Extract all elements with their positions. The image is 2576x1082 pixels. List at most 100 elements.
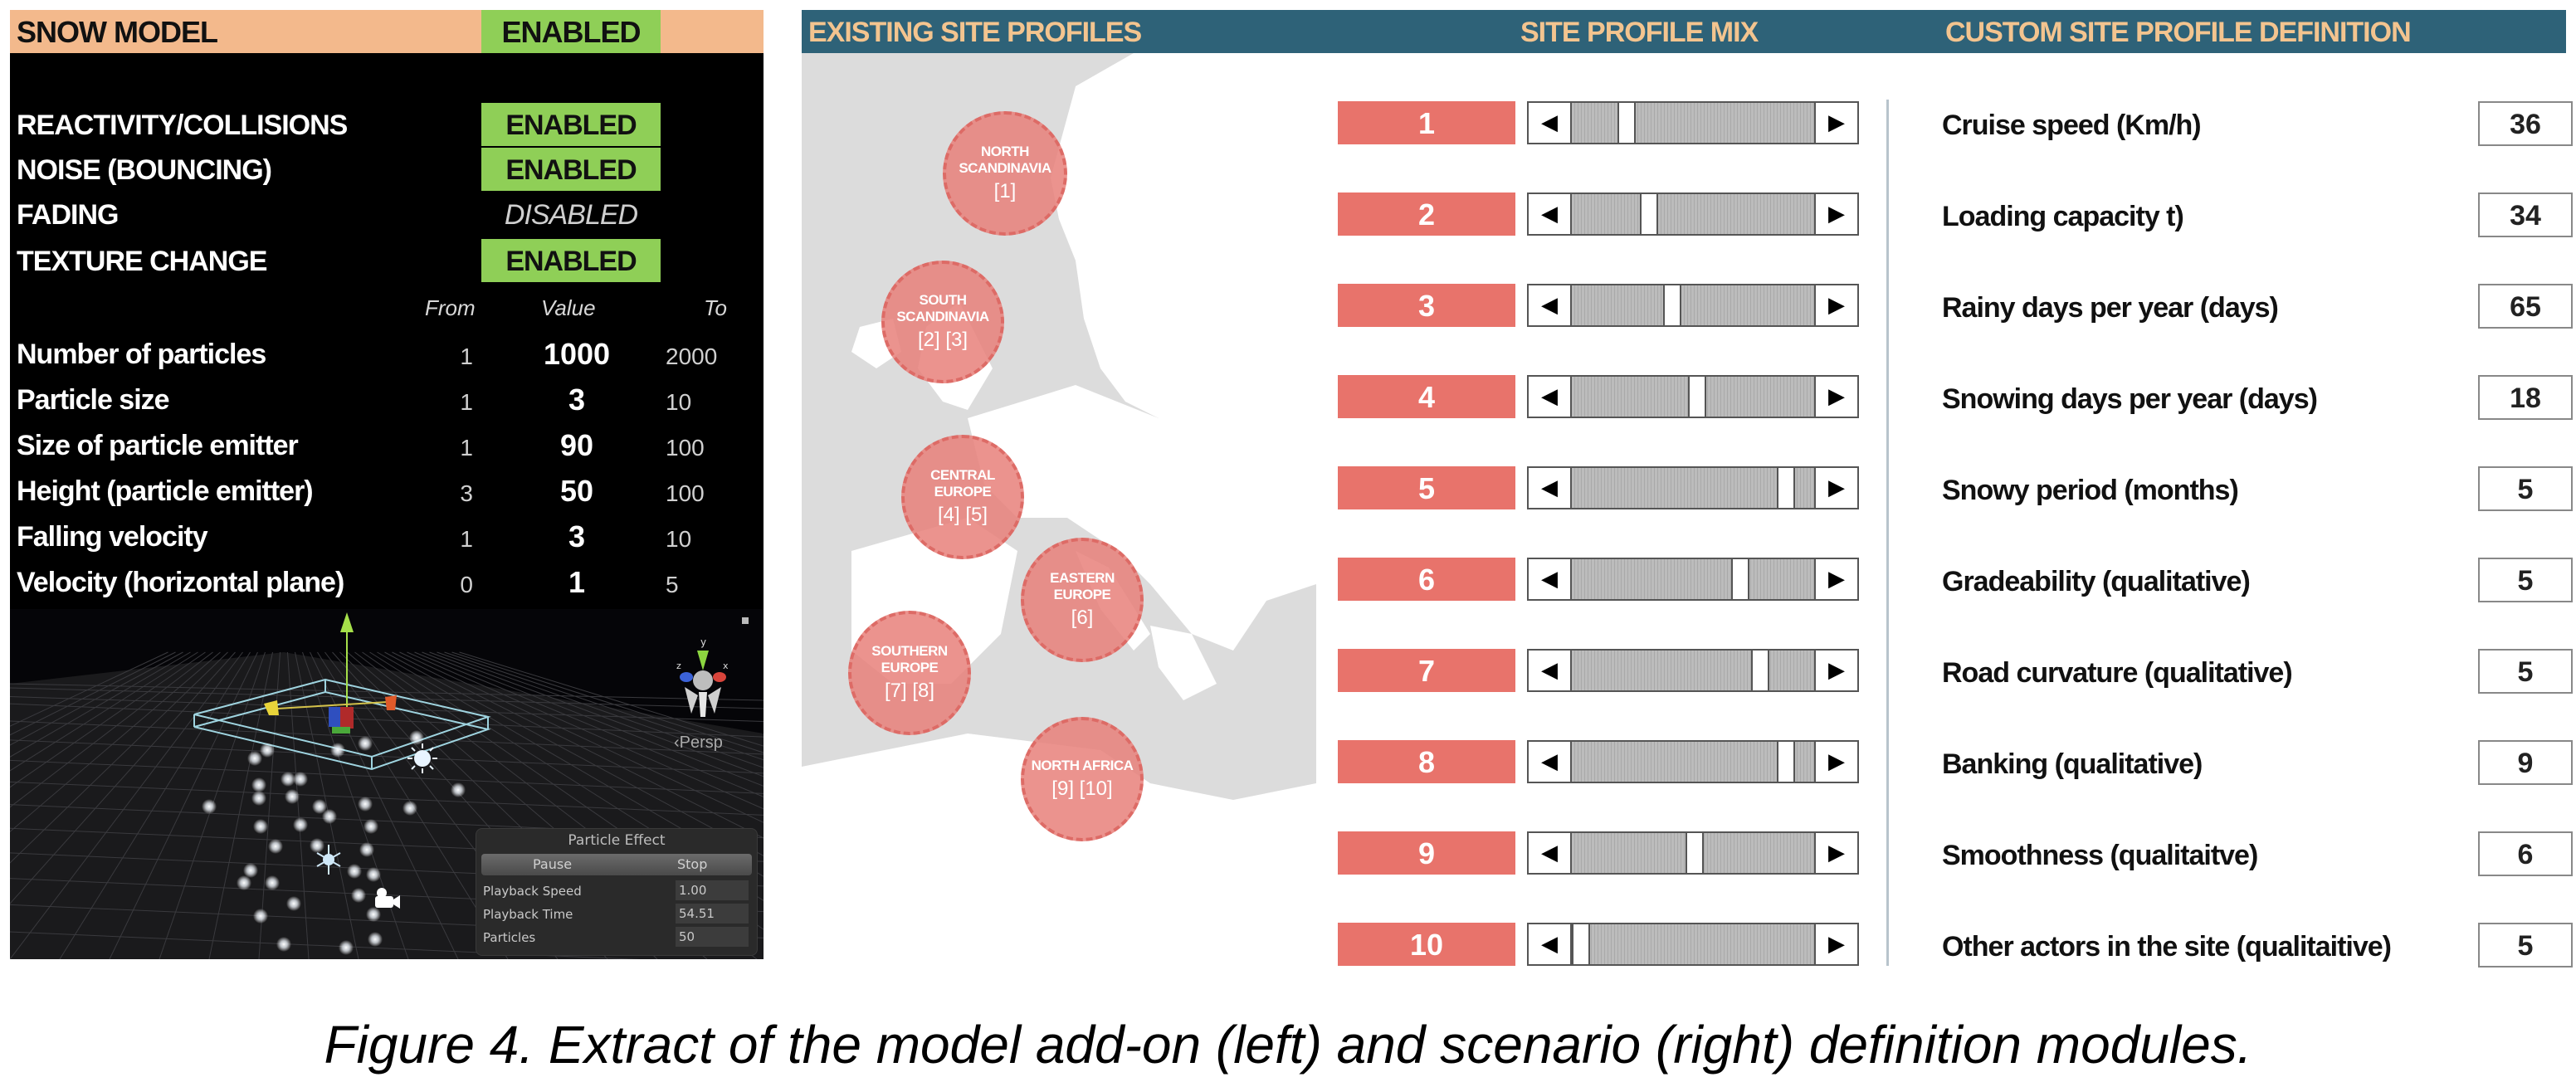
playback-time-field[interactable]: 54.51 xyxy=(676,904,749,924)
playback-speed-field[interactable]: 1.00 xyxy=(676,880,749,900)
scene-viewport[interactable]: y x z ‹Persp Particle Effect Pause Stop … xyxy=(10,609,764,959)
parameter-name: Particle size xyxy=(17,384,170,416)
scroll-left-arrow-icon[interactable]: ◀ xyxy=(1527,831,1572,875)
scroll-thumb[interactable] xyxy=(1617,101,1636,144)
x-plane-handle[interactable] xyxy=(340,707,354,729)
profile-parameter-input[interactable]: 6 xyxy=(2478,831,2573,876)
orientation-gizmo[interactable]: y x z xyxy=(676,636,729,717)
profile-label: 2 xyxy=(1338,193,1515,236)
y-axis-label: y xyxy=(700,636,706,648)
profile-parameter-input[interactable]: 65 xyxy=(2478,284,2573,329)
profile-parameter-input[interactable]: 34 xyxy=(2478,193,2573,237)
scroll-right-arrow-icon[interactable]: ▶ xyxy=(1814,466,1859,509)
scroll-left-arrow-icon[interactable]: ◀ xyxy=(1527,740,1572,783)
scroll-left-arrow-icon[interactable]: ◀ xyxy=(1527,649,1572,692)
parameter-value[interactable]: 3 xyxy=(523,383,631,417)
profile-parameter-row: Road curvature (qualitative) 5 xyxy=(1942,649,2573,697)
parameter-from: 0 xyxy=(460,572,473,597)
scroll-thumb[interactable] xyxy=(1731,558,1749,601)
scroll-left-arrow-icon[interactable]: ◀ xyxy=(1527,466,1572,509)
region-central-europe[interactable]: CENTRAL EUROPE [4] [5] xyxy=(901,435,1024,559)
scroll-right-arrow-icon[interactable]: ▶ xyxy=(1814,193,1859,236)
profile-mix-row: 8 ◀ ▶ xyxy=(1338,740,1869,787)
snow-model-title: SNOW MODEL xyxy=(17,15,218,49)
scroll-right-arrow-icon[interactable]: ▶ xyxy=(1814,649,1859,692)
scroll-thumb[interactable] xyxy=(1777,740,1795,783)
parameter-value[interactable]: 3 xyxy=(523,519,631,554)
stop-button[interactable]: Stop xyxy=(677,856,707,872)
profile-parameter-input[interactable]: 18 xyxy=(2478,375,2573,420)
projection-toggle[interactable]: ‹Persp xyxy=(674,734,723,753)
scroll-thumb[interactable] xyxy=(1686,831,1704,875)
snow-model-status-toggle[interactable]: ENABLED xyxy=(481,10,661,53)
scroll-left-arrow-icon[interactable]: ◀ xyxy=(1527,193,1572,236)
toggle-status[interactable]: ENABLED xyxy=(481,103,661,146)
scroll-right-arrow-icon[interactable]: ▶ xyxy=(1814,375,1859,418)
parameter-row: Particle size 1 3 10 xyxy=(17,378,755,422)
profile-weight-scrollbar[interactable]: ◀ ▶ xyxy=(1527,466,1859,509)
scroll-right-arrow-icon[interactable]: ▶ xyxy=(1814,101,1859,144)
parameter-value[interactable]: 50 xyxy=(523,474,631,509)
parameter-to: 100 xyxy=(666,480,705,506)
snow-model-panel: SNOW MODEL ENABLED REACTIVITY/COLLISIONS… xyxy=(10,10,764,959)
scroll-right-arrow-icon[interactable]: ▶ xyxy=(1814,831,1859,875)
parameter-to: 5 xyxy=(666,572,679,597)
x-scale-handle-icon[interactable] xyxy=(385,695,397,710)
region-south-scandinavia[interactable]: SOUTH SCANDINAVIA [2] [3] xyxy=(881,261,1004,383)
profile-weight-scrollbar[interactable]: ◀ ▶ xyxy=(1527,649,1859,692)
scroll-left-arrow-icon[interactable]: ◀ xyxy=(1527,284,1572,327)
profile-weight-scrollbar[interactable]: ◀ ▶ xyxy=(1527,923,1859,966)
toggle-row-reactivity: REACTIVITY/COLLISIONS ENABLED xyxy=(17,103,755,146)
pause-button[interactable]: Pause xyxy=(533,856,572,872)
profile-parameter-input[interactable]: 5 xyxy=(2478,466,2573,511)
region-profile-ids: [1] xyxy=(993,180,1017,202)
parameter-value[interactable]: 1 xyxy=(523,565,631,600)
profile-parameter-label: Other actors in the site (qualitaitive) xyxy=(1942,931,2392,963)
scroll-right-arrow-icon[interactable]: ▶ xyxy=(1814,558,1859,601)
scroll-left-arrow-icon[interactable]: ◀ xyxy=(1527,558,1572,601)
profile-parameter-input[interactable]: 36 xyxy=(2478,101,2573,146)
region-southern-europe[interactable]: SOUTHERN EUROPE [7] [8] xyxy=(848,611,971,735)
profile-parameter-input[interactable]: 5 xyxy=(2478,649,2573,694)
scroll-thumb[interactable] xyxy=(1572,923,1590,966)
snow-particle xyxy=(260,743,275,758)
profile-parameter-input[interactable]: 5 xyxy=(2478,923,2573,967)
profile-weight-scrollbar[interactable]: ◀ ▶ xyxy=(1527,558,1859,601)
y-plane-handle[interactable] xyxy=(332,727,350,734)
profile-weight-scrollbar[interactable]: ◀ ▶ xyxy=(1527,284,1859,327)
toggle-status[interactable]: ENABLED xyxy=(481,239,661,282)
parameter-value[interactable]: 1000 xyxy=(523,337,631,372)
region-eastern-europe[interactable]: EASTERN EUROPE [6] xyxy=(1021,538,1144,662)
parameter-value[interactable]: 90 xyxy=(523,428,631,463)
profile-weight-scrollbar[interactable]: ◀ ▶ xyxy=(1527,193,1859,236)
particles-field[interactable]: 50 xyxy=(676,927,749,947)
profile-parameter-input[interactable]: 5 xyxy=(2478,558,2573,602)
profile-weight-scrollbar[interactable]: ◀ ▶ xyxy=(1527,740,1859,783)
scroll-thumb[interactable] xyxy=(1777,466,1795,509)
parameter-name: Velocity (horizontal plane) xyxy=(17,567,344,598)
profile-weight-scrollbar[interactable]: ◀ ▶ xyxy=(1527,101,1859,144)
profile-mix-row: 2 ◀ ▶ xyxy=(1338,193,1869,239)
scroll-thumb[interactable] xyxy=(1688,375,1706,418)
scroll-thumb[interactable] xyxy=(1663,284,1681,327)
scroll-left-arrow-icon[interactable]: ◀ xyxy=(1527,375,1572,418)
scroll-thumb[interactable] xyxy=(1751,649,1769,692)
z-plane-handle[interactable] xyxy=(329,707,340,727)
y-arrow-icon[interactable] xyxy=(340,612,354,632)
lock-icon[interactable] xyxy=(742,617,749,624)
scroll-left-arrow-icon[interactable]: ◀ xyxy=(1527,923,1572,966)
scroll-right-arrow-icon[interactable]: ▶ xyxy=(1814,740,1859,783)
profile-weight-scrollbar[interactable]: ◀ ▶ xyxy=(1527,831,1859,875)
scroll-left-arrow-icon[interactable]: ◀ xyxy=(1527,101,1572,144)
profile-parameter-row: Cruise speed (Km/h) 36 xyxy=(1942,101,2573,149)
profile-weight-scrollbar[interactable]: ◀ ▶ xyxy=(1527,375,1859,418)
scroll-thumb[interactable] xyxy=(1640,193,1658,236)
region-north-scandinavia[interactable]: NORTH SCANDINAVIA [1] xyxy=(943,111,1067,236)
profile-parameter-input[interactable]: 9 xyxy=(2478,740,2573,785)
toggle-status[interactable]: DISABLED xyxy=(481,193,661,236)
toggle-status[interactable]: ENABLED xyxy=(481,148,661,191)
region-north-africa[interactable]: NORTH AFRICA [9] [10] xyxy=(1021,717,1144,841)
scroll-right-arrow-icon[interactable]: ▶ xyxy=(1814,284,1859,327)
profile-label: 4 xyxy=(1338,375,1515,418)
scroll-right-arrow-icon[interactable]: ▶ xyxy=(1814,923,1859,966)
